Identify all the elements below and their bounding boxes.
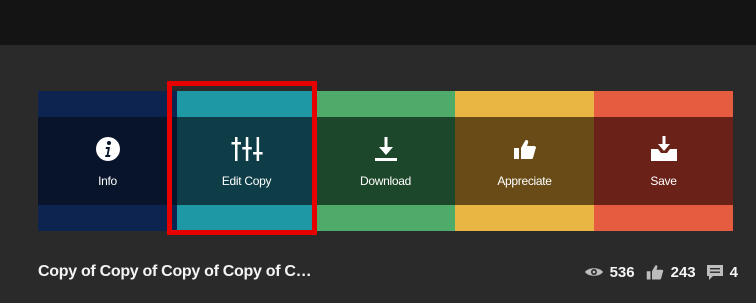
appreciate-stripe-top [455,91,594,117]
sliders-icon [230,134,264,164]
edit-copy-face: Edit Copy [177,117,316,205]
appreciate-label: Appreciate [497,174,552,188]
download-face: Download [316,117,455,205]
appreciations-count: 243 [670,263,696,281]
comment-icon [706,264,724,281]
appreciate-stripe-bottom [455,205,594,231]
thumbs-up-small-icon [645,263,665,281]
appreciate-button[interactable]: Appreciate [455,91,594,231]
eye-icon [584,266,604,278]
info-label: Info [98,174,117,188]
info-icon [91,134,125,164]
save-label: Save [650,174,677,188]
info-face: Info [38,117,177,205]
project-stats: 536 243 4 [584,263,738,281]
project-actions-bar: Info Edit Copy Download Appreciate Save [38,91,733,231]
edit-copy-label: Edit Copy [221,174,272,188]
views-stat: 536 [584,264,635,281]
thumbs-up-icon [508,134,542,164]
project-title[interactable]: Copy of Copy of Copy of Copy of C… [38,263,312,281]
project-footer: Copy of Copy of Copy of Copy of C… 536 2… [38,257,738,287]
info-button[interactable]: Info [38,91,177,231]
download-label: Download [360,174,411,188]
comments-count: 4 [729,263,738,281]
save-stripe-top [594,91,733,117]
info-stripe-bottom [38,205,177,231]
top-bar [0,0,756,45]
save-face: Save [594,117,733,205]
download-stripe-bottom [316,205,455,231]
download-icon [369,134,403,164]
info-stripe-top [38,91,177,117]
save-tray-icon [647,134,681,164]
comments-stat: 4 [706,264,738,281]
save-button[interactable]: Save [594,91,733,231]
views-count: 536 [609,263,635,281]
save-stripe-bottom [594,205,733,231]
edit-copy-button[interactable]: Edit Copy [177,91,316,231]
appreciations-stat: 243 [645,263,696,281]
download-button[interactable]: Download [316,91,455,231]
edit-copy-stripe-top [177,91,316,117]
download-stripe-top [316,91,455,117]
edit-copy-stripe-bottom [177,205,316,231]
appreciate-face: Appreciate [455,117,594,205]
